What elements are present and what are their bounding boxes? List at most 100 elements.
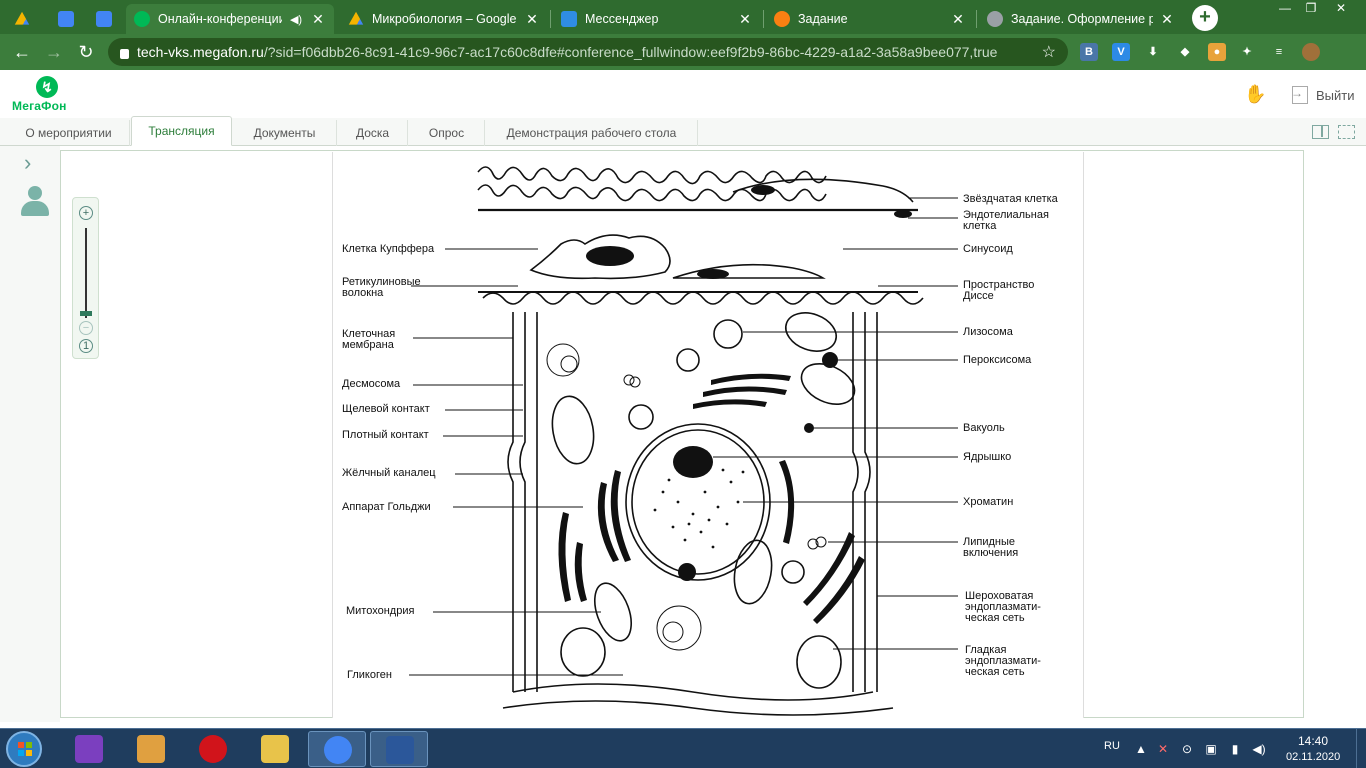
word-icon [386,736,414,764]
puzzle-icon[interactable]: ✦ [1238,43,1256,61]
vk-v-icon[interactable]: V [1112,43,1130,61]
liver-cell-diagram: Клетка Купффера Ретикулиновые волокна Кл… [332,152,1084,718]
new-tab-button[interactable]: + [1192,5,1218,31]
user-icon[interactable] [21,186,49,218]
taskbar-app[interactable] [184,731,242,767]
cube-icon[interactable]: ◆ [1176,43,1194,61]
vk-b-icon[interactable]: B [1080,43,1098,61]
zoom-out-button[interactable]: − [79,321,93,335]
opera-icon [199,735,227,763]
tab-separator [976,10,977,28]
split-layout-icon[interactable] [1312,125,1329,139]
close-icon[interactable]: ✕ [950,11,966,28]
tab-pinned-docs-1[interactable] [50,4,84,34]
close-icon[interactable]: ✕ [1159,11,1175,28]
google-docs-icon [58,11,74,27]
bookmark-star-icon[interactable]: ☆ [1042,42,1056,62]
raise-hand-icon[interactable]: ✋ [1244,84,1266,106]
close-icon[interactable]: ✕ [737,11,753,28]
tab-documents[interactable]: Документы [233,120,337,146]
usb-device-icon[interactable]: ▣ [1204,742,1218,756]
zoom-control: + − 1 [72,197,99,359]
restore-icon[interactable]: ❐ [1298,0,1324,18]
zoom-track[interactable] [85,228,87,318]
tab-title: Задание. Оформление реф [1011,12,1153,26]
tab-assignment-report[interactable]: Задание. Оформление реф ✕ [979,4,1183,34]
cookie-icon[interactable]: ● [1208,43,1226,61]
label-nucleolus: Ядрышко [963,451,1012,463]
system-tray: RU ▲ ✕ ⊙ ▣ ▮ ◀) 14:40 02.11.2020 [1100,729,1366,768]
tab-title: Микробиология – Google Д [372,12,518,26]
tab-pinned-docs-2[interactable] [88,4,122,34]
tab-pinned-drive[interactable] [6,4,40,34]
minimize-icon[interactable]: — [1272,0,1298,18]
label-glycogen: Гликоген [347,669,392,681]
forward-arrow-icon[interactable]: → [42,40,66,64]
label-endothelial-cell: Эндотелиальная клетка [963,209,1049,232]
app-header: ↯ МегаФон ✋ Выйти [0,70,1366,118]
reload-icon[interactable]: ↻ [74,40,98,64]
tab-about-event[interactable]: О мероприятии [8,120,130,146]
start-button[interactable] [6,731,42,767]
settings-tray-icon[interactable]: ⊙ [1180,742,1194,756]
windows-logo-icon [18,742,32,756]
zoom-slider-handle[interactable] [80,311,92,316]
label-lysosome: Лизосома [963,326,1013,338]
fullscreen-icon[interactable] [1338,125,1355,139]
tab-assignment[interactable]: Задание ✕ [766,4,974,34]
zoom-in-button[interactable]: + [79,206,93,220]
url-path: /?sid=f06dbb26-8c91-41c9-96c7-ac17c60c8d… [263,44,998,60]
chevron-right-icon[interactable]: › [24,150,31,176]
back-arrow-icon[interactable]: ← [10,40,34,64]
exit-button[interactable]: Выйти [1291,86,1355,104]
tab-board[interactable]: Доска [338,120,408,146]
clock-time[interactable]: 14:40 [1298,734,1328,748]
tab-broadcast[interactable]: Трансляция [131,116,232,146]
label-reticular-fibers: Ретикулиновые волокна [342,276,421,299]
messenger-icon [561,11,577,27]
url-host: tech-vks.megafon.ru [137,44,264,60]
playlist-icon[interactable]: ≡ [1270,43,1288,61]
broadcast-area: + − 1 Клетка Купффера Ретикулиновые воло… [60,150,1366,718]
download-icon[interactable]: ⬇ [1144,43,1162,61]
taskbar-app[interactable] [370,731,428,767]
close-icon[interactable]: ✕ [310,11,326,28]
volume-icon[interactable]: ◀) [1252,742,1266,756]
label-tight-junction: Плотный контакт [342,429,429,441]
taskbar-app[interactable] [122,731,180,767]
lock-icon [120,48,129,59]
liver-cell-drawing [409,166,958,716]
label-smooth-er: Гладкая эндоплазмати- ческая сеть [965,644,1041,678]
close-window-icon[interactable]: ✕ [1328,0,1354,18]
label-sinusoid: Синусоид [963,243,1013,255]
taskbar-app[interactable] [308,731,366,767]
browser-toolbar: ← → ↻ tech-vks.megafon.ru/?sid=f06dbb26-… [0,34,1366,70]
network-error-icon[interactable]: ✕ [1156,742,1170,756]
browser-tab-strip: Онлайн-конференции ◀) ✕ Микробиология – … [0,0,1366,34]
signal-strength-icon[interactable]: ▮ [1228,742,1242,756]
windows-taskbar: RU ▲ ✕ ⊙ ▣ ▮ ◀) 14:40 02.11.2020 [0,728,1366,768]
taskbar-app[interactable] [60,731,118,767]
zoom-reset-button[interactable]: 1 [79,339,93,353]
tab-microbiology[interactable]: Микробиология – Google Д ✕ [340,4,548,34]
taskbar-app[interactable] [246,731,304,767]
label-lipid-inclusions: Липидные включения [963,536,1019,559]
language-indicator[interactable]: RU [1104,740,1120,752]
tab-desktop-sharing[interactable]: Демонстрация рабочего стола [486,120,698,146]
show-desktop-button[interactable] [1356,729,1366,768]
show-hidden-icons-icon[interactable]: ▲ [1134,742,1148,756]
url-text: tech-vks.megafon.ru/?sid=f06dbb26-8c91-4… [137,44,997,60]
label-kupffer-cell: Клетка Купффера [342,243,435,255]
avatar-icon[interactable] [1302,43,1320,61]
label-bile-canaliculus: Жёлчный каналец [342,467,436,479]
speaker-icon[interactable]: ◀) [288,13,304,26]
tab-separator [550,10,551,28]
clock-date[interactable]: 02.11.2020 [1286,751,1340,763]
label-peroxisome: Пероксисома [963,354,1032,366]
address-bar[interactable]: tech-vks.megafon.ru/?sid=f06dbb26-8c91-4… [108,38,1068,66]
tab-messenger[interactable]: Мессенджер ✕ [553,4,761,34]
tab-poll[interactable]: Опрос [409,120,485,146]
tab-online-conference[interactable]: Онлайн-конференции ◀) ✕ [126,4,334,34]
label-desmosome: Десмосома [342,378,401,390]
close-icon[interactable]: ✕ [524,11,540,28]
